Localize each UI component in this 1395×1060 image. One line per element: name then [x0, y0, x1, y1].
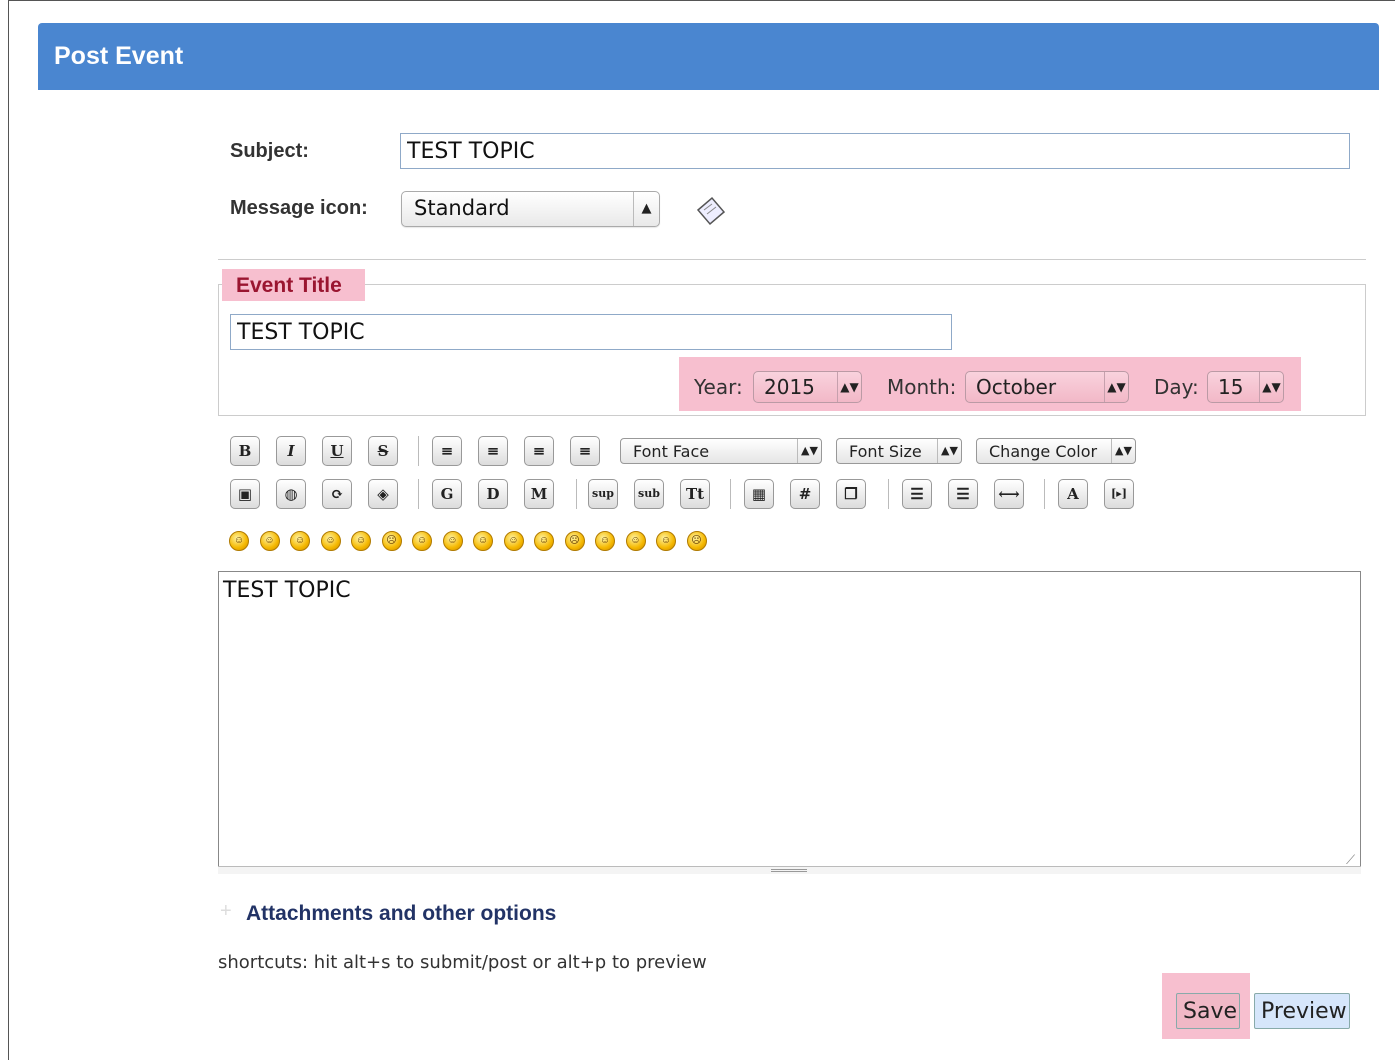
align-right-button[interactable]: ≡: [570, 436, 600, 466]
smiley-icon[interactable]: ☺: [442, 531, 463, 551]
year-select-value: 2015: [764, 375, 815, 399]
smiley-icon[interactable]: ☺: [351, 531, 371, 551]
strikethrough-button[interactable]: S: [368, 436, 398, 466]
horizontal-rule-button[interactable]: ⟷: [994, 479, 1024, 509]
preview-button[interactable]: Preview: [1254, 993, 1350, 1029]
smiley-icon[interactable]: ☺: [229, 531, 249, 551]
superscript-button[interactable]: sup: [588, 479, 618, 509]
smiley-icon[interactable]: ☺: [625, 531, 646, 551]
subscript-button[interactable]: sub: [634, 479, 664, 509]
toolbar-separator: [418, 436, 419, 466]
smiley-icon[interactable]: ☺: [534, 531, 554, 551]
font-size-select[interactable]: Font Size ▲▼: [836, 438, 962, 464]
subject-input[interactable]: [400, 133, 1350, 169]
day-label: Day:: [1154, 375, 1199, 399]
year-label: Year:: [694, 375, 743, 399]
message-icon-label: Message icon:: [230, 197, 368, 219]
select-arrows-icon: ▲▼: [837, 372, 861, 402]
toolbar-separator: [576, 479, 577, 509]
bold-button[interactable]: B: [230, 436, 260, 466]
toolbar-separator: [888, 479, 889, 509]
insert-code-button[interactable]: #: [790, 479, 820, 509]
smiley-icon[interactable]: ☺: [320, 531, 341, 551]
smiley-icon[interactable]: ☺: [656, 531, 676, 551]
google-button[interactable]: G: [432, 479, 462, 509]
expand-icon[interactable]: +: [220, 900, 232, 923]
month-select-value: October: [976, 375, 1057, 399]
select-arrows-icon: ▲▼: [1104, 372, 1128, 402]
change-color-select-value: Change Color: [989, 442, 1098, 461]
event-title-input[interactable]: [230, 314, 952, 350]
day-select[interactable]: 15 ▲▼: [1207, 371, 1284, 403]
page-title: Post Event: [38, 23, 1379, 90]
message-icon-select-value: Standard: [414, 196, 510, 220]
attachments-toggle[interactable]: Attachments and other options: [246, 902, 556, 926]
insert-link-button[interactable]: ◍: [276, 479, 306, 509]
change-color-select[interactable]: Change Color ▲▼: [976, 438, 1136, 464]
month-select[interactable]: October ▲▼: [965, 371, 1129, 403]
day-select-value: 15: [1218, 375, 1244, 399]
align-left-button[interactable]: ≡: [432, 436, 462, 466]
align-center-button[interactable]: ≡: [524, 436, 554, 466]
numbered-list-button[interactable]: ☰: [948, 479, 978, 509]
font-face-select[interactable]: Font Face ▲▼: [620, 438, 822, 464]
select-arrows-icon: ▲▼: [1259, 372, 1283, 402]
smiley-icon[interactable]: ☺: [259, 531, 280, 551]
shortcut-hint: shortcuts: hit alt+s to submit/post or a…: [218, 952, 707, 973]
smiley-icon[interactable]: ☺: [595, 531, 615, 551]
subject-label: Subject:: [230, 140, 309, 162]
font-size-select-value: Font Size: [849, 442, 922, 461]
definition-button[interactable]: D: [478, 479, 508, 509]
month-label: Month:: [887, 375, 957, 399]
smiley-icon[interactable]: ☹: [381, 531, 402, 551]
divider: [218, 259, 1366, 260]
select-arrows-icon: ▲▼: [1111, 439, 1135, 463]
message-icon-preview-icon: [696, 196, 726, 226]
smiley-icon[interactable]: ☺: [412, 531, 432, 551]
italic-button[interactable]: I: [276, 436, 306, 466]
toolbar-separator: [418, 479, 419, 509]
insert-email-button[interactable]: ⟳: [322, 479, 352, 509]
message-icon-select[interactable]: Standard ▲: [401, 191, 660, 227]
editor-resize-bar[interactable]: [218, 866, 1361, 874]
insert-image-button[interactable]: ▣: [230, 479, 260, 509]
smiley-icon[interactable]: ☺: [503, 531, 524, 551]
smiley-icon[interactable]: ☹: [564, 531, 585, 551]
toolbar-separator: [1044, 479, 1045, 509]
teletype-button[interactable]: Tt: [680, 479, 710, 509]
underline-button[interactable]: U: [322, 436, 352, 466]
remove-format-button[interactable]: A: [1058, 479, 1088, 509]
toggle-view-button[interactable]: [▸]: [1104, 479, 1134, 509]
smiley-icon[interactable]: ☹: [686, 531, 707, 551]
bulleted-list-button[interactable]: ☰: [902, 479, 932, 509]
message-editor[interactable]: TEST TOPIC: [218, 571, 1361, 867]
select-arrows-icon: ▲▼: [797, 439, 821, 463]
toolbar-separator: [730, 479, 731, 509]
resize-corner-icon[interactable]: ⟋: [1346, 852, 1355, 868]
font-face-select-value: Font Face: [633, 442, 710, 461]
insert-table-button[interactable]: ▦: [744, 479, 774, 509]
insert-ftp-button[interactable]: ◈: [368, 479, 398, 509]
resize-grip-icon: [771, 869, 807, 872]
select-arrows-icon: ▲: [633, 192, 659, 226]
smiley-icon[interactable]: ☺: [473, 531, 493, 551]
marquee-button[interactable]: M: [524, 479, 554, 509]
year-select[interactable]: 2015 ▲▼: [753, 371, 862, 403]
select-arrows-icon: ▲▼: [937, 439, 961, 463]
save-button[interactable]: Save: [1176, 993, 1240, 1029]
smiley-icon[interactable]: ☺: [290, 531, 310, 551]
insert-quote-button[interactable]: ❐: [836, 479, 866, 509]
align-justify-button[interactable]: ≡: [478, 436, 508, 466]
event-title-legend: Event Title: [236, 274, 342, 297]
